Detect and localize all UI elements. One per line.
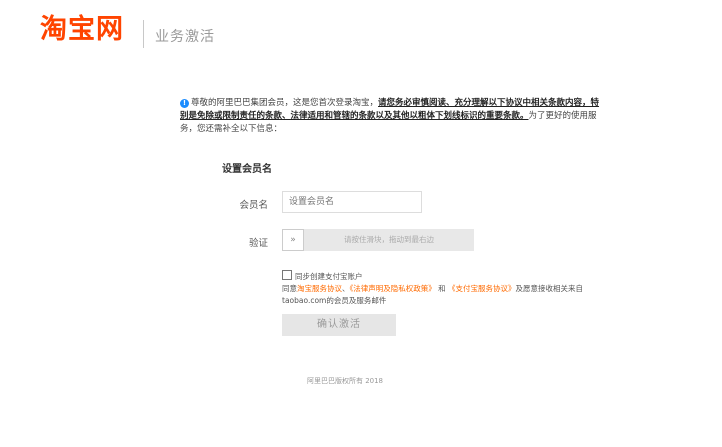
confirm-activate-button[interactable]: 确认激活: [282, 314, 396, 336]
slider-hint: 请按住滑块，拖动到最右边: [344, 235, 434, 244]
alipay-sync-label: 同步创建支付宝账户: [295, 272, 363, 281]
alipay-sync-checkbox[interactable]: [282, 270, 292, 280]
info-icon: !: [180, 99, 189, 108]
member-name-input[interactable]: [282, 191, 422, 213]
taobao-logo[interactable]: 淘宝网: [40, 13, 124, 47]
agree-sep: 、: [342, 284, 350, 293]
legal-privacy-link[interactable]: 《法律声明及隐私权政策》: [350, 284, 436, 293]
header: 淘宝网 业务激活: [0, 0, 722, 60]
copyright-footer: 阿里巴巴版权所有 2018: [306, 377, 384, 385]
header-divider: [143, 20, 144, 48]
page-title: 业务激活: [155, 29, 215, 45]
alipay-service-agreement-link[interactable]: 《支付宝服务协议》: [448, 284, 516, 293]
notice-text: ! 尊敬的阿里巴巴集团会员，这是您首次登录淘宝，请您务必审慎阅读、充分理解以下协议…: [180, 97, 600, 136]
notice-plain-1: 尊敬的阿里巴巴集团会员，这是您首次登录淘宝，: [191, 98, 379, 108]
section-title: 设置会员名: [222, 164, 272, 175]
agree-prefix: 同意: [282, 284, 297, 293]
slider-handle-icon[interactable]: »: [282, 229, 304, 251]
verify-slider[interactable]: » 请按住滑块，拖动到最右边: [282, 229, 474, 251]
agree-and: 和: [435, 284, 449, 293]
taobao-service-agreement-link[interactable]: 淘宝服务协议: [297, 284, 342, 293]
agreement-block: 同步创建支付宝账户 同意淘宝服务协议、《法律声明及隐私权政策》 和 《支付宝服务…: [282, 270, 592, 307]
member-name-label: 会员名: [239, 200, 268, 211]
verify-label: 验证: [248, 238, 268, 249]
